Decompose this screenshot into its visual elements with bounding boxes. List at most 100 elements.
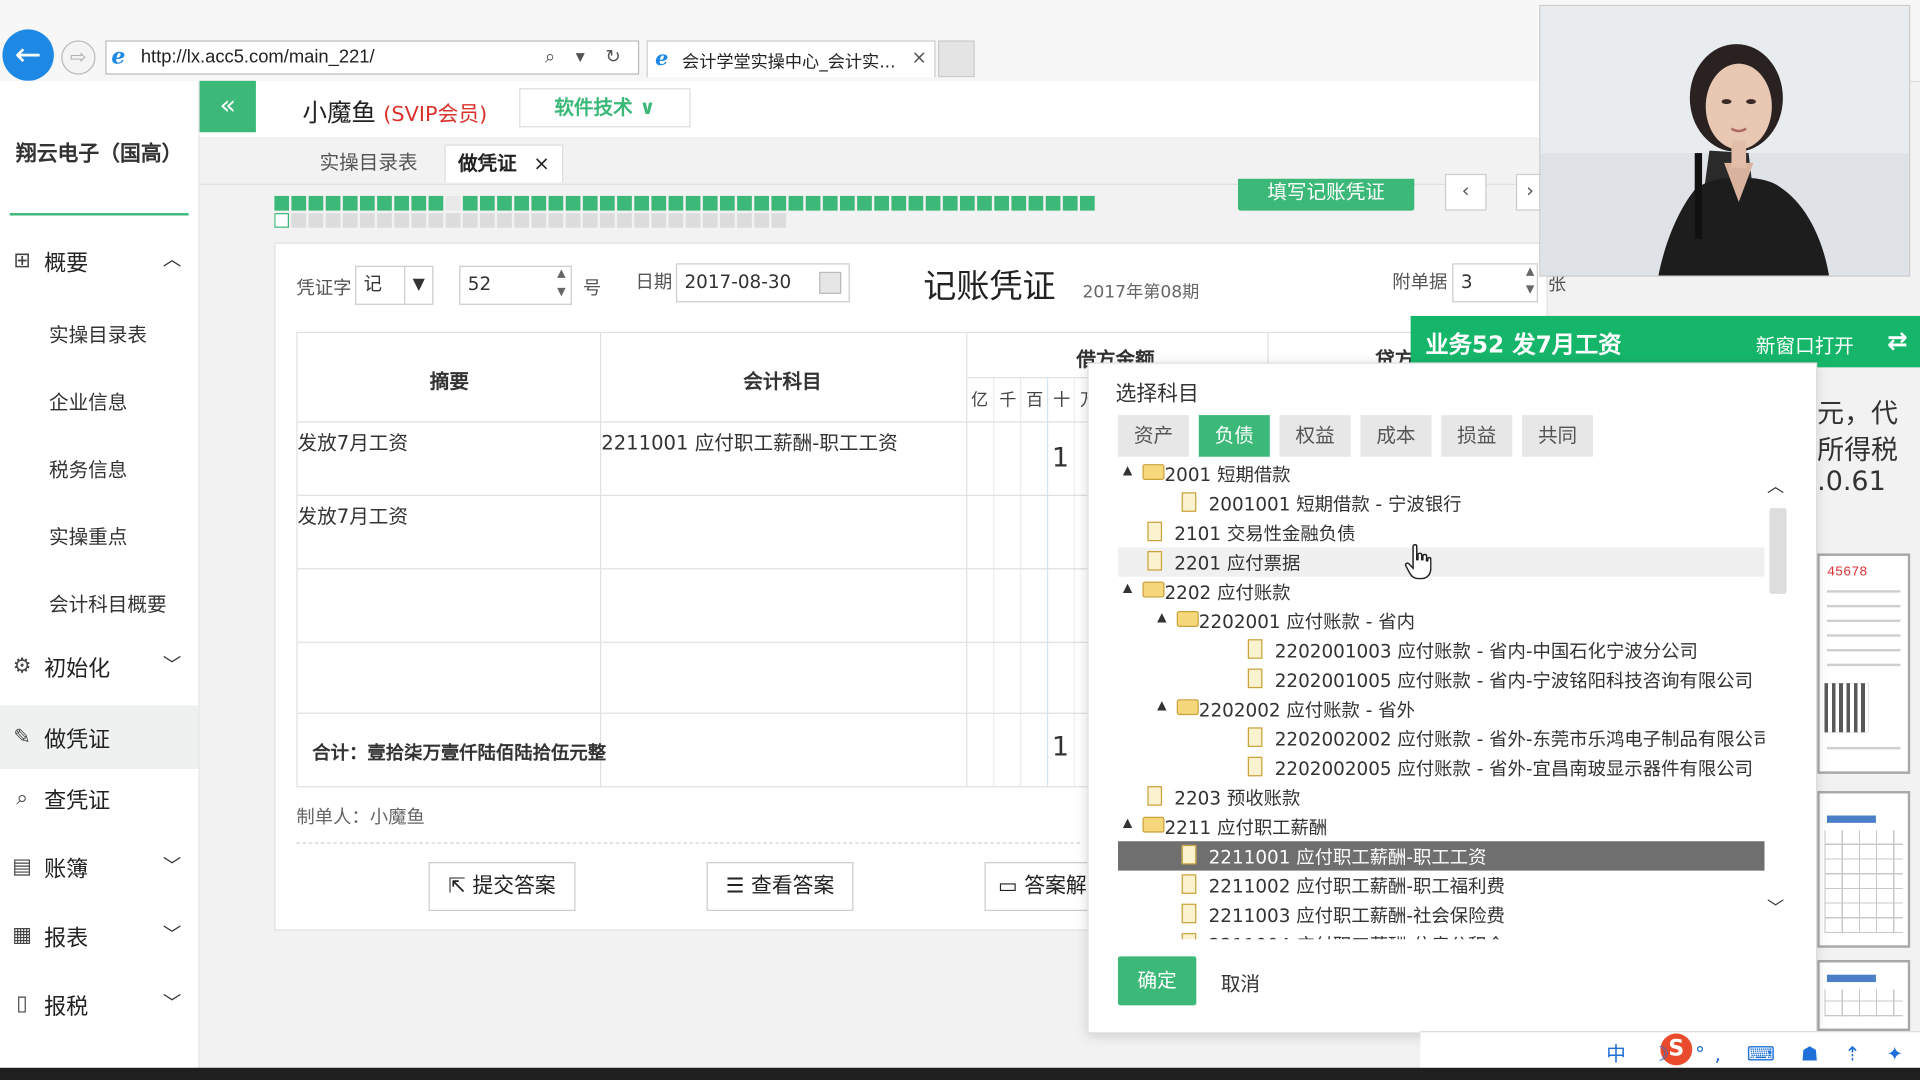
scroll-up-icon[interactable]: ︿: [1767, 474, 1784, 498]
tree-folder-item[interactable]: ▲ 2202001 应付账款 - 省内: [1118, 606, 1765, 635]
progress-block[interactable]: [617, 195, 632, 211]
progress-block[interactable]: [428, 195, 444, 211]
progress-block[interactable]: [754, 195, 769, 211]
progress-block[interactable]: [1080, 195, 1095, 211]
progress-block[interactable]: [720, 195, 735, 211]
progress-block[interactable]: [497, 213, 512, 228]
document-thumbnail[interactable]: 45678: [1817, 553, 1911, 774]
back-button[interactable]: ←: [2, 29, 54, 81]
expand-toggle-icon[interactable]: ▲: [1123, 582, 1132, 595]
chevron-down-icon[interactable]: ▼: [404, 266, 432, 304]
view-answer-button[interactable]: ☰ 查看答案: [706, 862, 854, 912]
count-spinner-icon[interactable]: ▲ ▼: [1526, 263, 1534, 300]
sidebar-item-check-voucher[interactable]: ⌕ 查凭证: [0, 774, 198, 823]
progress-block[interactable]: [462, 213, 478, 228]
progress-block[interactable]: [291, 195, 307, 211]
progress-block[interactable]: [977, 195, 992, 211]
progress-block[interactable]: [445, 213, 461, 228]
sidebar-item-init[interactable]: ⚙ 初始化 ﹀: [0, 642, 198, 691]
progress-block[interactable]: [411, 195, 427, 211]
tree-leaf-item[interactable]: 2001001 短期借款 - 宁波银行: [1118, 489, 1765, 518]
progress-block[interactable]: [925, 195, 941, 211]
progress-block[interactable]: [771, 213, 787, 228]
tree-leaf-item[interactable]: 2211003 应付职工薪酬-社会保险费: [1118, 900, 1765, 929]
sidebar-item-overview[interactable]: ⊞ 概要 ︿: [0, 236, 198, 285]
progress-block[interactable]: [531, 195, 547, 211]
progress-block[interactable]: [788, 195, 804, 211]
tab-profit-loss[interactable]: 损益: [1441, 415, 1513, 457]
software-tech-dropdown[interactable]: 软件技术 ∨: [519, 88, 691, 128]
sidebar-sub-item[interactable]: 会计科目概要: [49, 588, 167, 617]
prev-button[interactable]: ‹: [1444, 173, 1487, 211]
progress-block[interactable]: [857, 195, 872, 211]
row-summary[interactable]: 发放7月工资: [298, 426, 408, 455]
progress-block[interactable]: [462, 195, 478, 211]
expand-toggle-icon[interactable]: ▲: [1157, 699, 1166, 712]
progress-block[interactable]: [565, 195, 581, 211]
progress-block[interactable]: [565, 213, 581, 228]
progress-block[interactable]: [445, 195, 461, 211]
cancel-button[interactable]: 取消: [1221, 967, 1260, 996]
progress-block[interactable]: [805, 195, 821, 211]
expand-toggle-icon[interactable]: ▲: [1123, 817, 1132, 830]
tree-leaf-item[interactable]: 2201 应付票据: [1117, 547, 1765, 577]
tree-leaf-item[interactable]: 2202002002 应付账款 - 省外-东莞市乐鸿电子制品有限公司: [1118, 724, 1765, 753]
document-thumbnail[interactable]: [1817, 791, 1911, 948]
tree-leaf-item[interactable]: 2202002005 应付账款 - 省外-宜昌南玻显示器件有限公司: [1118, 753, 1765, 782]
progress-block[interactable]: [514, 213, 529, 228]
tree-folder-item[interactable]: ▲ 2001 短期借款: [1118, 459, 1765, 488]
progress-block[interactable]: [942, 195, 958, 211]
progress-block[interactable]: [737, 195, 752, 211]
progress-block[interactable]: [994, 195, 1009, 211]
progress-block[interactable]: [342, 195, 358, 211]
expand-toggle-icon[interactable]: ▲: [1123, 464, 1132, 477]
progress-block[interactable]: [377, 213, 392, 228]
progress-block[interactable]: [1011, 195, 1027, 211]
progress-block[interactable]: [891, 195, 907, 211]
progress-block[interactable]: [840, 195, 855, 211]
progress-block[interactable]: [377, 195, 392, 211]
fill-voucher-button[interactable]: 填写记账凭证: [1237, 178, 1415, 211]
tab-make-voucher[interactable]: 做凭证 ×: [444, 144, 564, 183]
progress-block[interactable]: [702, 213, 718, 228]
progress-block[interactable]: [514, 195, 529, 211]
progress-block[interactable]: [325, 213, 341, 228]
progress-block[interactable]: [1045, 195, 1061, 211]
progress-block[interactable]: [325, 195, 341, 211]
sidebar-sub-item[interactable]: 实操目录表: [49, 318, 147, 347]
close-tab-icon[interactable]: ×: [533, 152, 549, 175]
sidebar-item-make-voucher[interactable]: ✎ 做凭证: [0, 705, 199, 769]
document-thumbnail[interactable]: [1817, 960, 1911, 1032]
tree-leaf-item[interactable]: 2211002 应付职工薪酬-职工福利费: [1118, 871, 1765, 900]
progress-block[interactable]: [651, 195, 667, 211]
progress-block[interactable]: [685, 213, 701, 228]
sidebar-sub-item[interactable]: 实操重点: [49, 520, 127, 549]
progress-block[interactable]: [600, 195, 615, 211]
answer-explain-button[interactable]: ▭ 答案解: [984, 862, 1095, 912]
scroll-down-icon[interactable]: ﹀: [1767, 895, 1784, 919]
tree-leaf-item[interactable]: 2202001005 应付账款 - 省内-宁波铭阳科技咨询有限公司: [1118, 665, 1765, 694]
progress-block[interactable]: [582, 195, 598, 211]
progress-block[interactable]: [394, 213, 409, 228]
close-tab-icon[interactable]: ×: [912, 47, 927, 69]
tree-leaf-item[interactable]: 2211001 应付职工薪酬-职工工资: [1117, 841, 1765, 871]
tree-leaf-item[interactable]: 2211004 应付职工薪酬-住房公积金: [1118, 929, 1765, 940]
progress-block[interactable]: [360, 195, 375, 211]
progress-block[interactable]: [737, 213, 752, 228]
sidebar-item-ledger[interactable]: ▤ 账簿 ﹀: [0, 842, 198, 891]
progress-block[interactable]: [428, 213, 444, 228]
progress-block[interactable]: [360, 213, 375, 228]
progress-block[interactable]: [291, 213, 307, 228]
sidebar-sub-item[interactable]: 税务信息: [49, 453, 127, 482]
progress-block[interactable]: [548, 195, 564, 211]
progress-block[interactable]: [548, 213, 564, 228]
number-spinner-icon[interactable]: ▲ ▼: [551, 266, 572, 305]
progress-block[interactable]: [651, 213, 667, 228]
progress-block[interactable]: [480, 213, 495, 228]
progress-block[interactable]: [308, 213, 324, 228]
calendar-icon[interactable]: [819, 271, 842, 294]
tab-catalog[interactable]: 实操目录表: [307, 144, 429, 181]
tab-equity[interactable]: 权益: [1279, 415, 1351, 457]
date-input[interactable]: 2017-08-30: [675, 263, 850, 303]
sidebar-item-report[interactable]: ▦ 报表 ﹀: [0, 911, 198, 960]
